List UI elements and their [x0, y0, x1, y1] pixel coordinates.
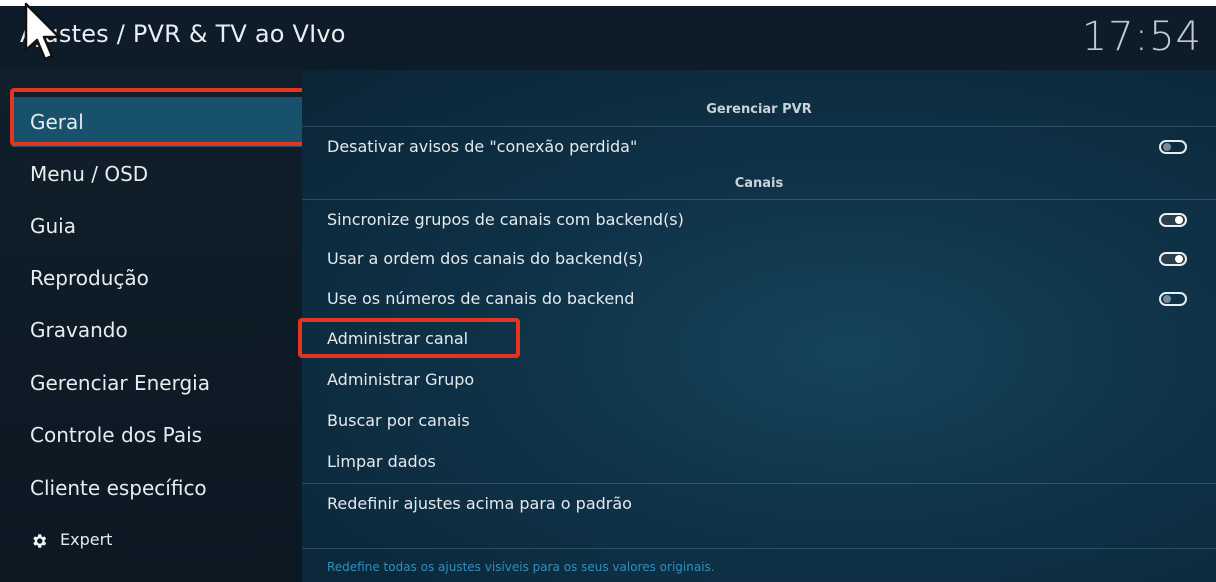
action-buscar-por-canais[interactable]: Buscar por canais — [302, 401, 1216, 441]
page-title: Ajustes / PVR & TV ao VIvo — [20, 20, 346, 48]
action-limpar-dados[interactable]: Limpar dados — [302, 442, 1216, 482]
sidebar-item-expert[interactable]: Expert — [12, 515, 304, 565]
action-administrar-grupo[interactable]: Administrar Grupo — [302, 360, 1216, 400]
sidebar-item-cliente-especifico[interactable]: Cliente específico — [12, 463, 304, 513]
sidebar-item-guia[interactable]: Guia — [12, 201, 304, 251]
toggle-switch[interactable] — [1159, 252, 1187, 266]
highlight-outline-administrar-canal — [298, 318, 520, 358]
sidebar-item-gerenciar-energia[interactable]: Gerenciar Energia — [12, 358, 304, 408]
setting-label: Usar a ordem dos canais do backend(s) — [327, 249, 644, 268]
sidebar-item-expert-label: Expert — [60, 530, 113, 549]
section-header-canais: Canais — [734, 176, 784, 191]
header-bar: Ajustes / PVR & TV ao VIvo 17:54 — [0, 6, 1216, 70]
sidebar-item-controle-dos-pais[interactable]: Controle dos Pais — [12, 410, 304, 460]
toggle-knob — [1163, 295, 1171, 303]
section-header-gerenciar-pvr: Gerenciar PVR — [706, 102, 812, 117]
sidebar-item-reproducao[interactable]: Reprodução — [12, 253, 304, 303]
setting-desativar-avisos[interactable]: Desativar avisos de "conexão perdida" — [302, 126, 1216, 166]
setting-use-numeros-canais[interactable]: Use os números de canais do backend — [302, 279, 1216, 319]
setting-label: Sincronize grupos de canais com backend(… — [327, 210, 684, 229]
toggle-switch[interactable] — [1159, 292, 1187, 306]
setting-label: Use os números de canais do backend — [327, 289, 635, 308]
toggle-knob — [1175, 216, 1183, 224]
highlight-outline-geral — [10, 88, 311, 146]
toggle-knob — [1175, 255, 1183, 263]
mouse-cursor-icon — [24, 2, 61, 61]
sidebar-item-menu-osd[interactable]: Menu / OSD — [12, 149, 304, 199]
toggle-knob — [1163, 143, 1171, 151]
hint-text: Redefine todas os ajustes visíveis para … — [327, 560, 715, 574]
action-redefinir-ajustes[interactable]: Redefinir ajustes acima para o padrão — [302, 483, 1216, 523]
sidebar-item-gravando[interactable]: Gravando — [12, 305, 304, 355]
setting-usar-ordem-canais[interactable]: Usar a ordem dos canais do backend(s) — [302, 239, 1216, 279]
sidebar: Geral Menu / OSD Guia Reprodução Gravand… — [0, 70, 304, 582]
setting-label: Desativar avisos de "conexão perdida" — [327, 137, 638, 156]
toggle-switch[interactable] — [1159, 213, 1187, 227]
hint-divider — [302, 548, 1216, 549]
gear-icon — [33, 533, 47, 548]
toggle-switch[interactable] — [1159, 140, 1187, 154]
kodi-settings-window: Ajustes / PVR & TV ao VIvo 17:54 Geral M… — [0, 0, 1216, 582]
clock: 17:54 — [1081, 14, 1202, 60]
setting-sincronize-grupos[interactable]: Sincronize grupos de canais com backend(… — [302, 199, 1216, 239]
